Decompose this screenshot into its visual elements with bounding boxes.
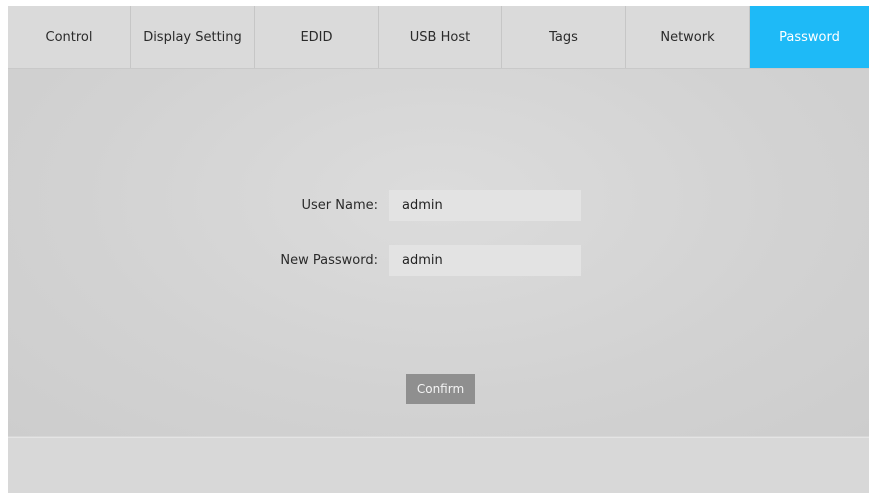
username-label: User Name: bbox=[301, 198, 379, 213]
username-input[interactable] bbox=[389, 190, 581, 221]
confirm-button[interactable]: Confirm bbox=[406, 374, 475, 404]
tab-control[interactable]: Control bbox=[8, 6, 131, 68]
password-panel: User Name: New Password: Confirm bbox=[8, 69, 869, 436]
tab-bar: Control Display Setting EDID USB Host Ta… bbox=[8, 6, 869, 69]
app-frame: Control Display Setting EDID USB Host Ta… bbox=[8, 6, 869, 493]
tab-tags[interactable]: Tags bbox=[502, 6, 626, 68]
password-row: New Password: bbox=[8, 245, 869, 276]
new-password-input[interactable] bbox=[389, 245, 581, 276]
footer-bar bbox=[8, 437, 869, 493]
tab-edid[interactable]: EDID bbox=[255, 6, 379, 68]
username-row: User Name: bbox=[8, 190, 869, 221]
tab-usb-host[interactable]: USB Host bbox=[379, 6, 502, 68]
tab-network[interactable]: Network bbox=[626, 6, 750, 68]
tab-password[interactable]: Password bbox=[750, 6, 869, 68]
tab-display-setting[interactable]: Display Setting bbox=[131, 6, 255, 68]
new-password-label: New Password: bbox=[280, 253, 378, 268]
